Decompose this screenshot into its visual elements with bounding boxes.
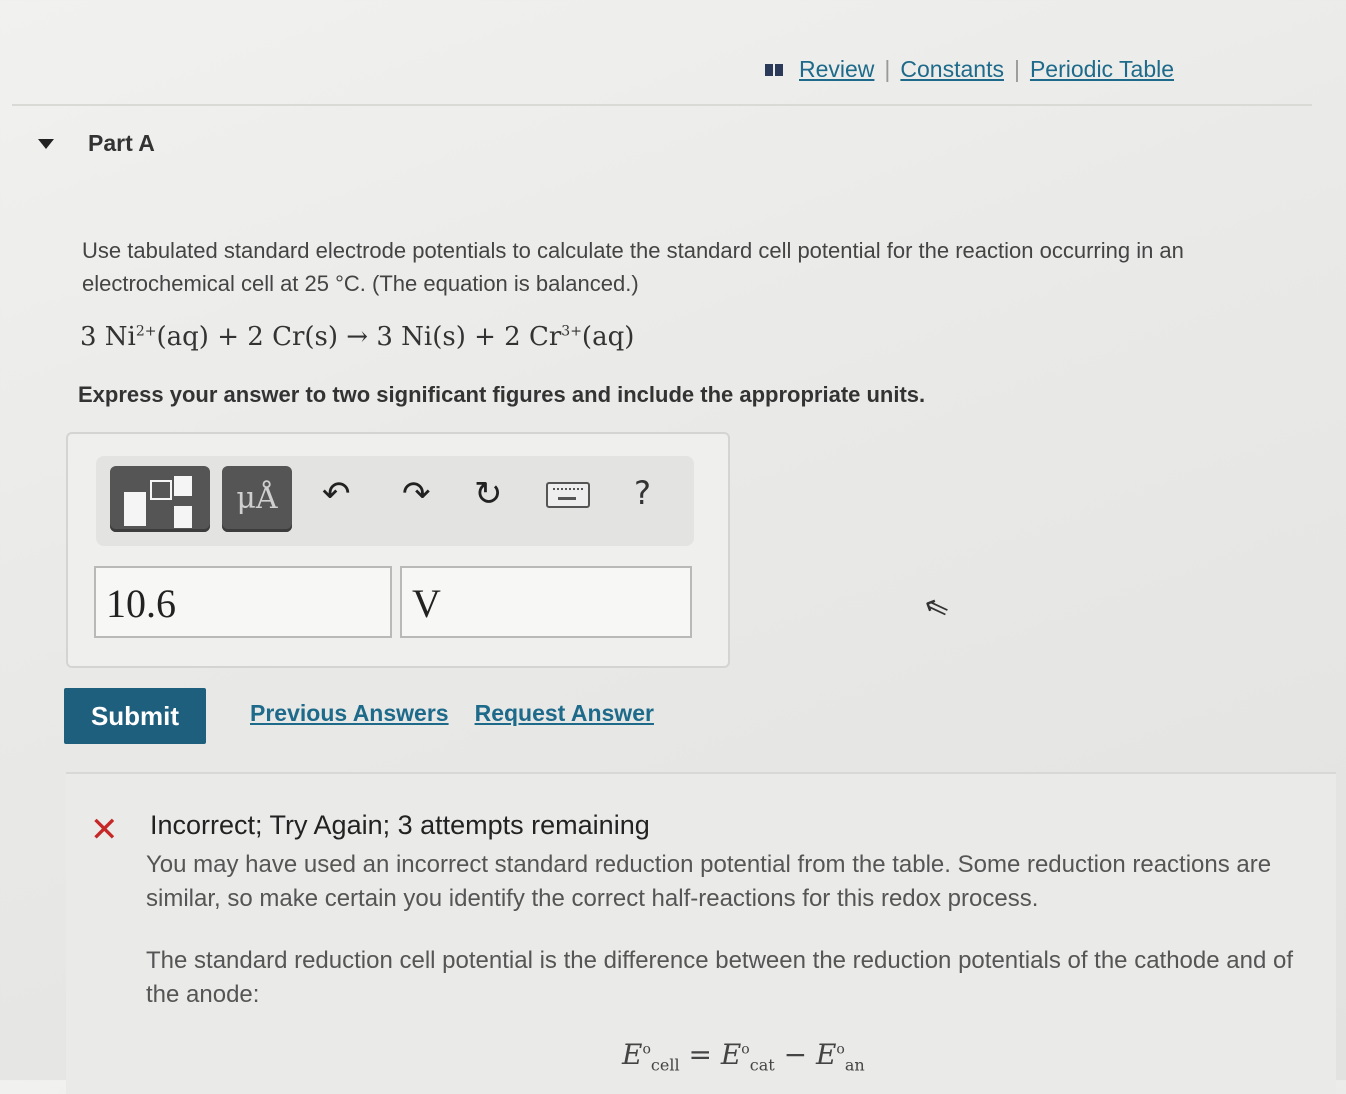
constants-link[interactable]: Constants — [900, 56, 1004, 83]
feedback-panel: ✕ Incorrect; Try Again; 3 attempts remai… — [66, 772, 1336, 1094]
mouse-cursor-icon: ⇖ — [919, 587, 955, 628]
previous-answers-link[interactable]: Previous Answers — [250, 700, 449, 727]
reaction-equation: 3 Ni2+(aq) + 2 Cr(s) → 3 Ni(s) + 2 Cr3+(… — [80, 322, 635, 352]
request-answer-link[interactable]: Request Answer — [475, 700, 654, 727]
help-icon[interactable]: ? — [634, 474, 651, 512]
question-prompt: Use tabulated standard electrode potenti… — [82, 238, 1184, 296]
submit-button[interactable]: Submit — [64, 688, 206, 744]
part-header[interactable]: Part A — [38, 130, 155, 157]
templates-button[interactable] — [110, 466, 210, 532]
cell-potential-formula: Eocell = Eocat − Eoan — [622, 1038, 865, 1075]
divider — [12, 104, 1312, 106]
feedback-title: Incorrect; Try Again; 3 attempts remaini… — [150, 810, 650, 840]
answer-unit-input[interactable]: V — [400, 566, 692, 638]
keyboard-icon[interactable] — [546, 482, 590, 508]
review-link[interactable]: Review — [799, 56, 874, 83]
undo-icon[interactable]: ↶ — [322, 474, 351, 514]
reset-icon[interactable]: ↻ — [474, 474, 503, 514]
answer-value-input[interactable]: 10.6 — [94, 566, 392, 638]
part-title: Part A — [88, 130, 155, 156]
math-toolbar: μÅ ↶ ↷ ↻ ? — [96, 456, 694, 546]
separator: | — [1013, 56, 1020, 82]
resources-icon — [765, 63, 783, 76]
redo-icon[interactable]: ↷ — [402, 474, 431, 514]
collapse-triangle-icon[interactable] — [38, 138, 54, 149]
separator: | — [884, 56, 891, 82]
answer-box: μÅ ↶ ↷ ↻ ? 10.6 V — [66, 432, 730, 668]
incorrect-x-icon: ✕ — [90, 811, 119, 849]
periodic-table-link[interactable]: Periodic Table — [1030, 56, 1174, 83]
units-button[interactable]: μÅ — [222, 466, 292, 532]
feedback-explanation: The standard reduction cell potential is… — [146, 947, 1293, 1008]
answer-links: Previous Answers Request Answer — [250, 700, 654, 727]
header-links: Review | Constants | Periodic Table — [765, 56, 1174, 83]
answer-instruction: Express your answer to two significant f… — [78, 382, 926, 407]
feedback-hint: You may have used an incorrect standard … — [146, 851, 1272, 912]
